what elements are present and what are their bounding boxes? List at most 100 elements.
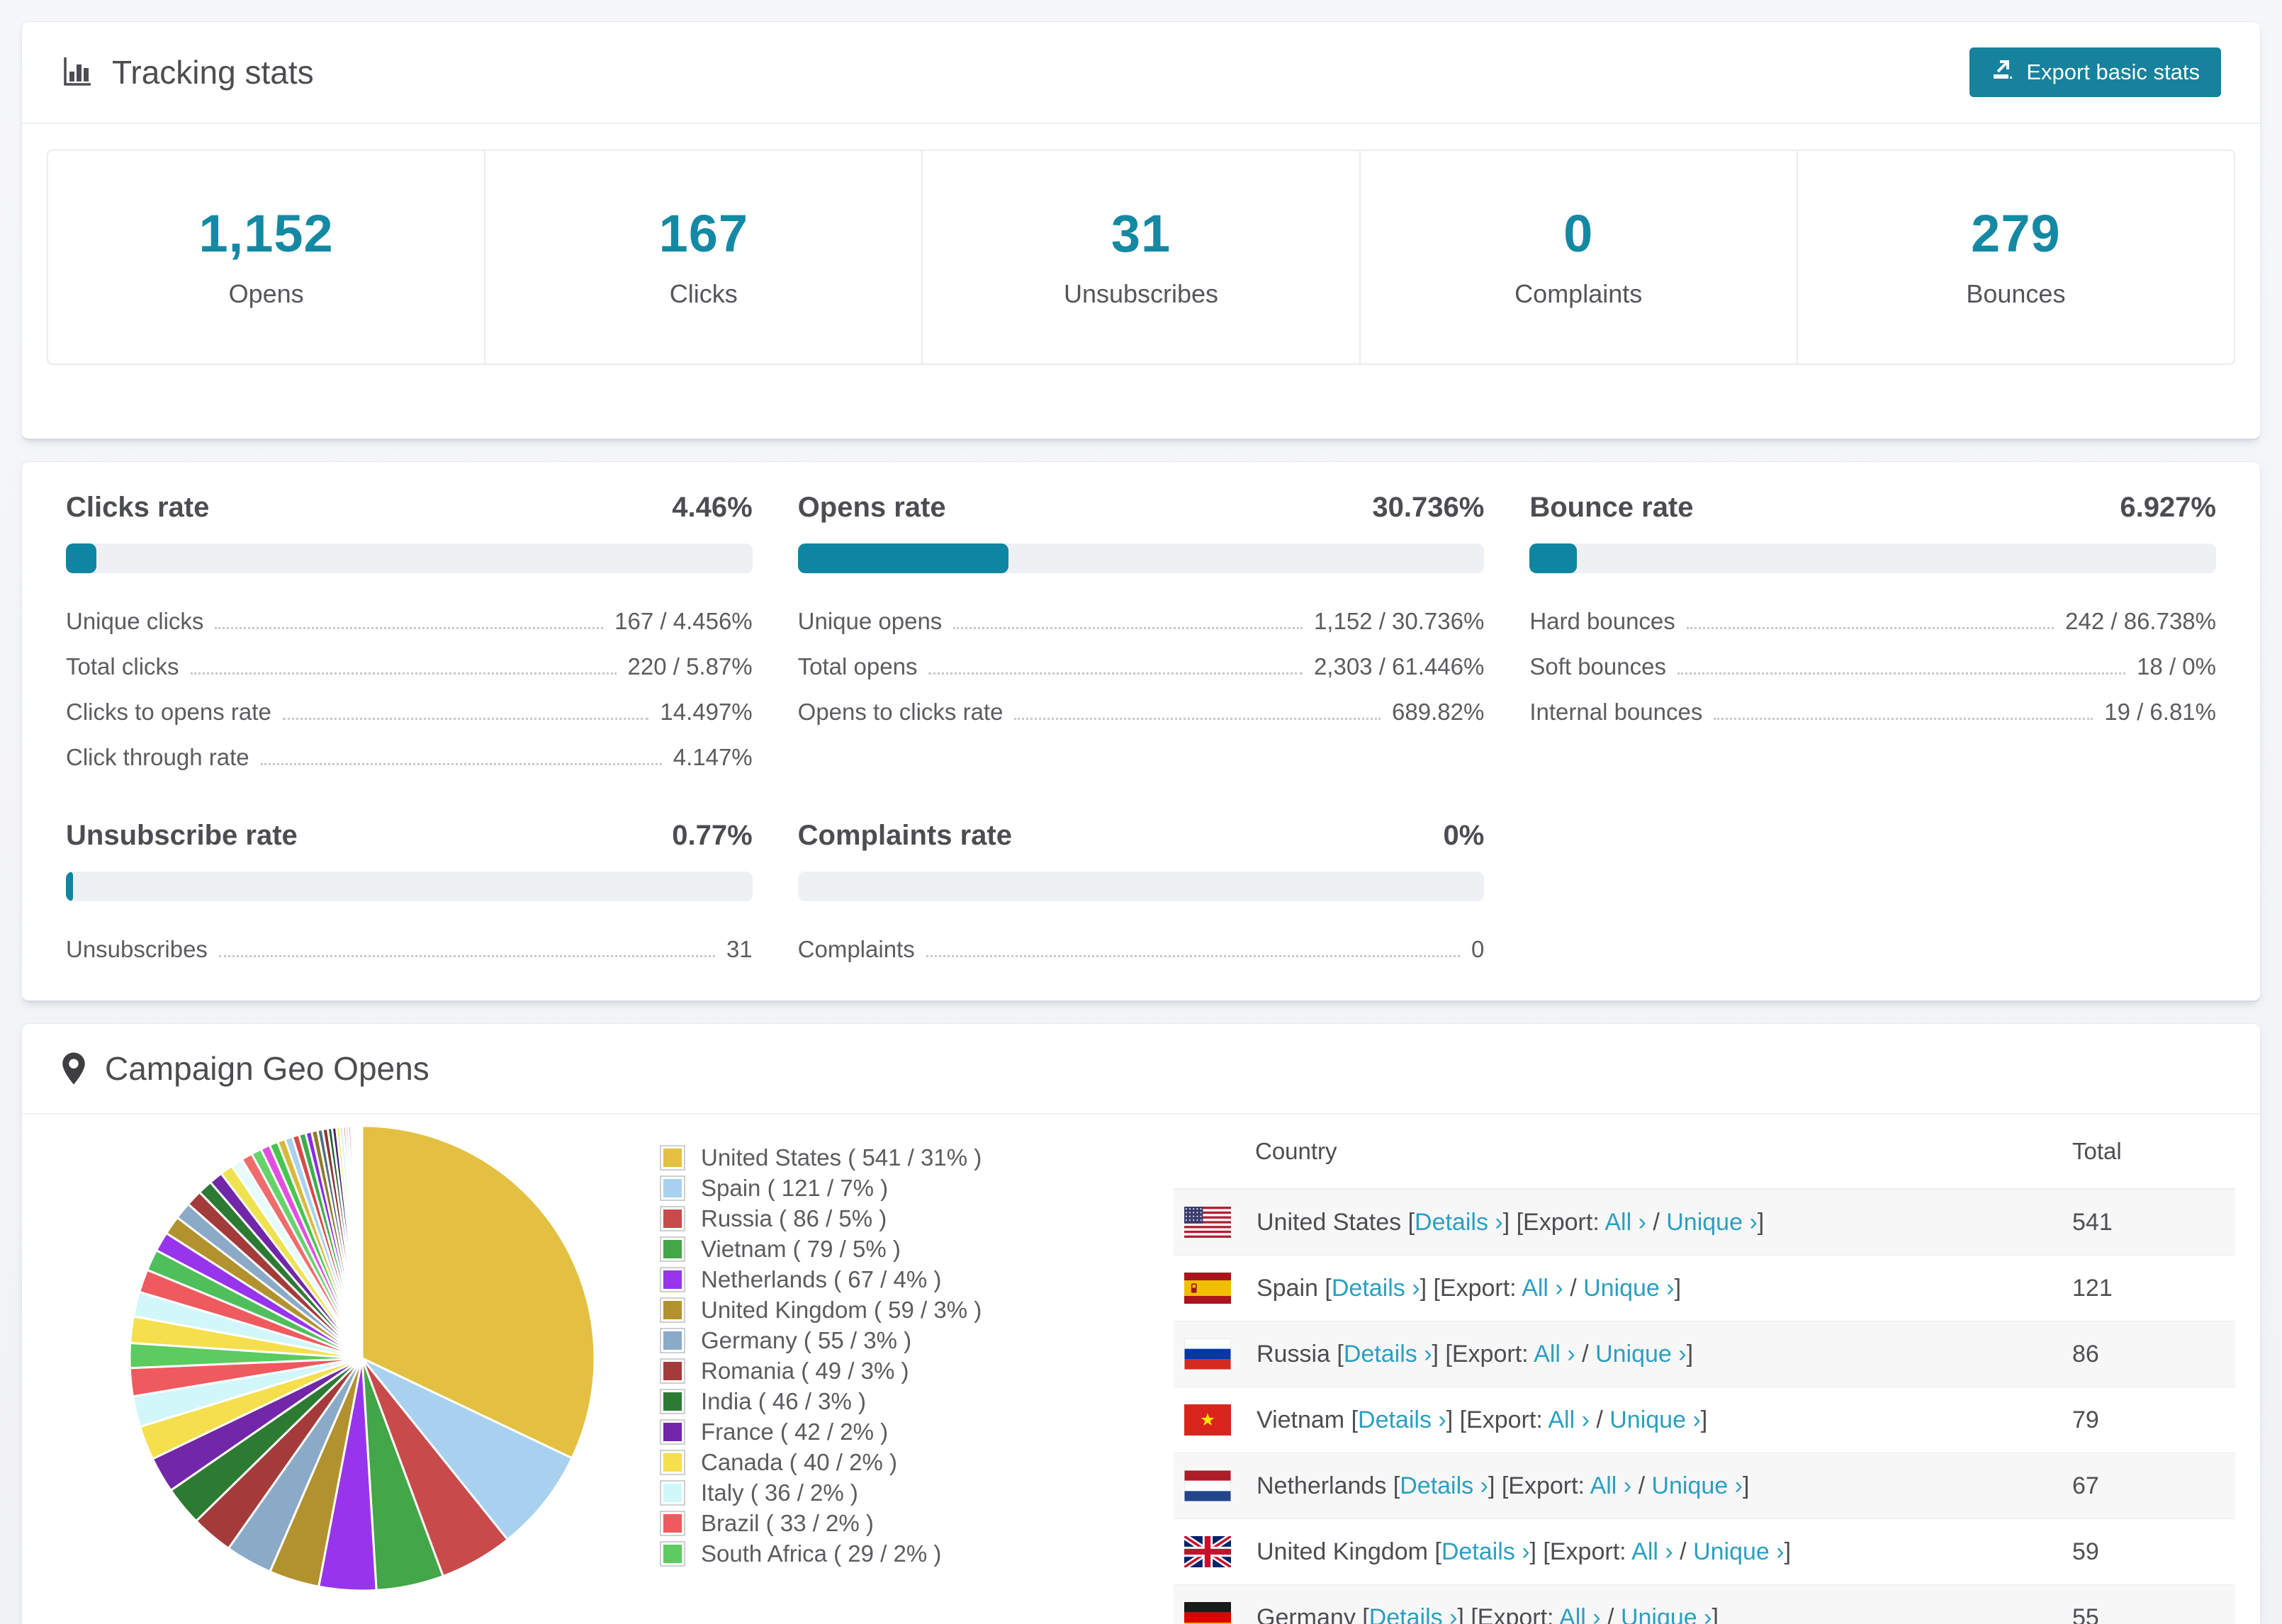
rate-detail-label: Opens to clicks rate	[797, 699, 1004, 725]
rate-detail-value: 2,303 / 61.446%	[1313, 653, 1485, 680]
table-row-gb: United Kingdom [Details ›] [Export: All …	[1174, 1519, 2235, 1585]
rate-detail-row: Total clicks 220 / 5.87%	[66, 644, 753, 689]
rate-title: Bounce rate	[1529, 492, 1694, 523]
legend-swatch	[660, 1388, 685, 1414]
export-icon	[1991, 58, 2013, 86]
legend-swatch	[660, 1236, 685, 1262]
export-unique-link[interactable]: Unique ›	[1651, 1472, 1743, 1499]
dotted-leader	[190, 672, 617, 675]
rate-value: 30.736%	[1372, 492, 1485, 523]
tracking-stats-title: Tracking stats	[61, 53, 314, 91]
legend-label: Germany ( 55 / 3% )	[701, 1326, 912, 1353]
details-link[interactable]: Details ›	[1358, 1406, 1446, 1433]
legend-swatch	[660, 1297, 685, 1323]
rate-detail-row: Total opens 2,303 / 61.446%	[798, 644, 1485, 689]
legend-item: United Kingdom ( 59 / 3% )	[660, 1295, 1156, 1325]
rate-section-opens-rate: Opens rate 30.736% Unique opens 1,152 / 30.…	[797, 492, 1485, 780]
legend-swatch	[660, 1479, 685, 1506]
country-cell: Netherlands [Details ›] [Export: All › /…	[1257, 1472, 2072, 1500]
rate-value: 4.46%	[672, 492, 753, 523]
rate-detail-value: 14.497%	[660, 699, 753, 725]
rate-detail-label: Click through rate	[66, 744, 249, 770]
rate-detail-value: 4.147%	[673, 744, 753, 770]
export-all-link[interactable]: All ›	[1604, 1209, 1646, 1236]
legend-label: Spain ( 121 / 7% )	[701, 1174, 889, 1201]
geo-header: Campaign Geo Opens	[22, 1024, 2260, 1115]
legend-label: India ( 46 / 3% )	[701, 1387, 866, 1414]
legend-item: Netherlands ( 67 / 4% )	[660, 1264, 1156, 1295]
legend-swatch	[660, 1510, 685, 1536]
geo-title: Campaign Geo Opens	[105, 1050, 429, 1087]
dotted-leader	[218, 955, 715, 957]
rate-detail-label: Internal bounces	[1529, 699, 1703, 725]
rate-title: Unsubscribe rate	[66, 820, 298, 851]
rate-detail-label: Hard bounces	[1529, 608, 1675, 634]
export-unique-link[interactable]: Unique ›	[1693, 1538, 1784, 1565]
details-link[interactable]: Details ›	[1369, 1604, 1458, 1624]
rate-value: 0.77%	[672, 820, 753, 851]
export-unique-link[interactable]: Unique ›	[1583, 1275, 1675, 1302]
country-cell: Spain [Details ›] [Export: All › / Uniqu…	[1257, 1275, 2072, 1302]
export-basic-stats-button[interactable]: Export basic stats	[1969, 47, 2221, 97]
export-unique-link[interactable]: Unique ›	[1609, 1406, 1701, 1433]
de-flag-icon	[1184, 1602, 1231, 1624]
details-link[interactable]: Details ›	[1332, 1275, 1420, 1302]
legend-swatch	[660, 1540, 685, 1567]
export-all-link[interactable]: All ›	[1522, 1275, 1563, 1302]
legend-swatch	[660, 1205, 685, 1231]
bracket: ]	[1712, 1603, 1719, 1624]
export-prefix: ] [Export:	[1488, 1472, 1590, 1499]
rate-detail-value: 0	[1471, 936, 1485, 962]
rate-detail-label: Soft bounces	[1529, 653, 1666, 680]
legend-label: Brazil ( 33 / 2% )	[701, 1509, 874, 1536]
dotted-leader	[926, 955, 1460, 957]
bracket: ]	[1700, 1406, 1708, 1433]
export-prefix: ] [Export:	[1446, 1406, 1548, 1433]
export-unique-link[interactable]: Unique ›	[1621, 1604, 1712, 1624]
geo-opens-card: Campaign Geo Opens United States ( 541 /…	[21, 1023, 2261, 1624]
export-unique-link[interactable]: Unique ›	[1666, 1209, 1758, 1236]
legend-item: South Africa ( 29 / 2% )	[660, 1538, 1156, 1569]
legend-label: United Kingdom ( 59 / 3% )	[701, 1296, 982, 1323]
export-unique-link[interactable]: Unique ›	[1595, 1341, 1687, 1368]
export-button-label: Export basic stats	[2026, 60, 2200, 84]
table-row-nl: Netherlands [Details ›] [Export: All › /…	[1174, 1453, 2235, 1519]
rate-section-unsubscribe-rate: Unsubscribe rate 0.77% Unsubscribes 31	[66, 820, 753, 972]
rate-detail-value: 31	[726, 936, 753, 962]
export-all-link[interactable]: All ›	[1559, 1604, 1601, 1624]
rate-detail-label: Clicks to opens rate	[66, 699, 271, 725]
details-link[interactable]: Details ›	[1344, 1341, 1432, 1368]
rate-detail-label: Total clicks	[66, 653, 179, 680]
slash: /	[1673, 1538, 1694, 1565]
stat-value: 279	[1971, 204, 2061, 263]
country-cell: United Kingdom [Details ›] [Export: All …	[1257, 1538, 2072, 1566]
stat-value: 0	[1563, 204, 1594, 263]
rate-value: 0%	[1443, 820, 1485, 851]
stat-value: 167	[658, 204, 749, 263]
legend-item: Russia ( 86 / 5% )	[660, 1203, 1156, 1234]
rate-progress-fill	[1529, 543, 1578, 573]
stat-cell-bounces: 279 Bounces	[1796, 151, 2234, 363]
legend-label: Canada ( 40 / 2% )	[701, 1448, 897, 1475]
rate-value: 6.927%	[2120, 492, 2216, 523]
export-all-link[interactable]: All ›	[1631, 1538, 1673, 1565]
details-link[interactable]: Details ›	[1441, 1538, 1530, 1565]
legend-swatch	[660, 1144, 685, 1171]
details-link[interactable]: Details ›	[1400, 1472, 1488, 1499]
rate-detail-label: Unique opens	[797, 608, 943, 634]
dotted-leader	[1686, 627, 2055, 629]
legend-label: United States ( 541 / 31% )	[701, 1144, 982, 1171]
details-link[interactable]: Details ›	[1415, 1209, 1503, 1236]
slash: /	[1600, 1603, 1621, 1624]
bracket: [	[1362, 1603, 1369, 1624]
geo-legend: United States ( 541 / 31% ) Spain ( 121 /…	[660, 1115, 1156, 1569]
export-all-link[interactable]: All ›	[1534, 1341, 1575, 1368]
legend-item: France ( 42 / 2% )	[660, 1416, 1156, 1447]
bracket: ]	[1784, 1538, 1792, 1565]
rate-detail-value: 19 / 6.81%	[2104, 699, 2216, 725]
slash: /	[1631, 1472, 1652, 1499]
export-all-link[interactable]: All ›	[1590, 1472, 1632, 1499]
export-all-link[interactable]: All ›	[1548, 1406, 1590, 1433]
legend-item: United States ( 541 / 31% )	[660, 1142, 1156, 1173]
country-name: Vietnam	[1257, 1406, 1351, 1433]
